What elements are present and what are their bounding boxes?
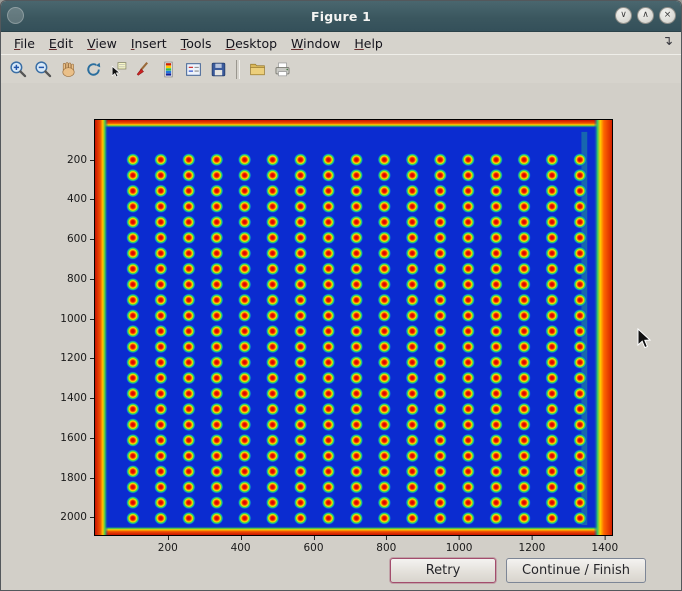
insert-colorbar-button[interactable] xyxy=(156,58,181,82)
x-tick-label: 1400 xyxy=(591,542,618,554)
dock-figure-icon[interactable]: ↴ xyxy=(662,34,673,49)
window-title: Figure 1 xyxy=(1,9,681,24)
colorbar-icon xyxy=(159,60,178,79)
hot-edge-bottom xyxy=(95,526,612,535)
x-tick-label: 600 xyxy=(303,542,323,554)
data-cursor-icon xyxy=(109,60,128,79)
plot-axes[interactable]: 200 400 600 800 1000 1200 1400 1600 1800… xyxy=(94,119,613,536)
y-tick-label: 2000 xyxy=(60,511,87,523)
y-tick-label: 1800 xyxy=(60,472,87,484)
save-icon xyxy=(209,60,228,79)
toolbar-separator xyxy=(236,60,240,79)
brush-icon xyxy=(134,60,153,79)
hot-edge-right xyxy=(594,120,612,535)
menu-edit[interactable]: Edit xyxy=(42,33,80,53)
window-controls: ∨ ∧ × xyxy=(615,7,676,24)
printer-icon xyxy=(273,60,292,79)
save-figure-button[interactable] xyxy=(206,58,231,82)
figure-window: Figure 1 ∨ ∧ × File Edit View Insert Too… xyxy=(0,0,682,591)
shade-window-button[interactable]: ∨ xyxy=(615,7,632,24)
print-figure-button[interactable] xyxy=(270,58,295,82)
figure-canvas: 200 400 600 800 1000 1200 1400 1600 1800… xyxy=(1,83,681,590)
menu-insert[interactable]: Insert xyxy=(124,33,174,53)
y-tick-label: 800 xyxy=(67,273,87,285)
y-tick-label: 1200 xyxy=(60,352,87,364)
y-tick-label: 600 xyxy=(67,233,87,245)
hot-edge-top xyxy=(95,120,612,128)
open-folder-icon xyxy=(248,60,267,79)
rotate-3d-button[interactable] xyxy=(81,58,106,82)
menu-view[interactable]: View xyxy=(80,33,124,53)
insert-legend-button[interactable] xyxy=(181,58,206,82)
zoom-out-icon xyxy=(34,60,53,79)
pan-button[interactable] xyxy=(56,58,81,82)
menu-file[interactable]: File xyxy=(7,33,42,53)
y-tick-label: 1000 xyxy=(60,313,87,325)
mouse-cursor-icon xyxy=(637,328,651,349)
hand-pan-icon xyxy=(59,60,78,79)
x-tick-label: 200 xyxy=(158,542,178,554)
menubar: File Edit View Insert Tools Desktop Wind… xyxy=(1,32,681,54)
open-file-button[interactable] xyxy=(245,58,270,82)
menu-desktop[interactable]: Desktop xyxy=(218,33,284,53)
heatmap-image[interactable] xyxy=(95,120,612,535)
menu-tools[interactable]: Tools xyxy=(174,33,219,53)
brush-button[interactable] xyxy=(131,58,156,82)
zoom-out-button[interactable] xyxy=(31,58,56,82)
data-cursor-button[interactable] xyxy=(106,58,131,82)
hot-edge-left xyxy=(95,120,108,535)
y-tick-label: 1600 xyxy=(60,432,87,444)
rotate-3d-icon xyxy=(84,60,103,79)
y-tick-label: 200 xyxy=(67,154,87,166)
x-tick-label: 1200 xyxy=(519,542,546,554)
x-tick-label: 800 xyxy=(376,542,396,554)
zoom-in-icon xyxy=(9,60,28,79)
y-tick-label: 1400 xyxy=(60,392,87,404)
close-window-button[interactable]: × xyxy=(659,7,676,24)
legend-icon xyxy=(184,60,203,79)
menu-help[interactable]: Help xyxy=(347,33,390,53)
retry-button[interactable]: Retry xyxy=(390,558,496,583)
menu-window[interactable]: Window xyxy=(284,33,347,53)
maximize-window-button[interactable]: ∧ xyxy=(637,7,654,24)
continue-finish-button[interactable]: Continue / Finish xyxy=(506,558,646,583)
y-tick-label: 400 xyxy=(67,193,87,205)
x-tick-label: 1000 xyxy=(446,542,473,554)
x-tick-label: 400 xyxy=(231,542,251,554)
zoom-in-button[interactable] xyxy=(6,58,31,82)
titlebar[interactable]: Figure 1 ∨ ∧ × xyxy=(1,1,681,32)
